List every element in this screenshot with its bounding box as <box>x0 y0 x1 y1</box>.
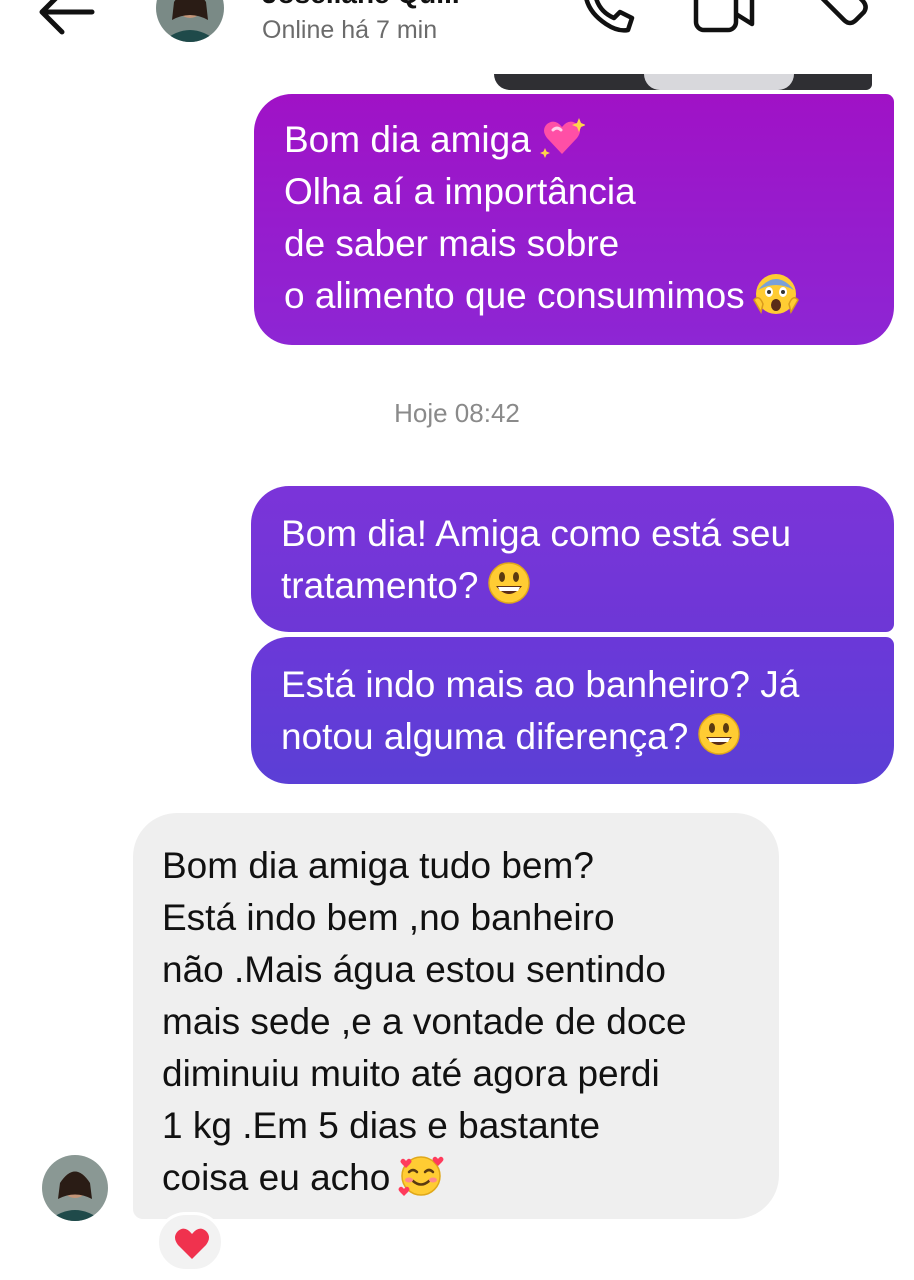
video-camera-icon[interactable] <box>688 0 758 38</box>
red-heart-icon <box>175 1228 209 1259</box>
time-divider: Hoje 08:42 <box>394 398 520 428</box>
contact-avatar[interactable] <box>156 0 224 42</box>
smiling-face-with-hearts-icon <box>398 1152 444 1198</box>
message-line: de saber mais sobre <box>284 223 620 264</box>
heart-reaction[interactable] <box>156 1212 224 1272</box>
sender-avatar[interactable] <box>42 1155 108 1221</box>
image-message-fragment[interactable] <box>494 74 872 90</box>
phone-icon[interactable] <box>572 0 642 38</box>
message-line: Bom dia amiga <box>284 114 894 166</box>
message-line: Olha aí a importância <box>284 171 636 212</box>
outgoing-message-bubble[interactable]: Bom dia! Amiga como está seu tratamento? <box>251 486 894 632</box>
outgoing-message-bubble[interactable]: Bom dia amiga Olha aí a importância de s… <box>254 94 894 345</box>
message-line: tratamento? <box>281 560 894 612</box>
message-line: o alimento que consumimos <box>284 270 894 322</box>
contact-name[interactable]: Joseliane Qu... <box>262 0 460 10</box>
incoming-message-bubble[interactable]: Bom dia amiga tudo bem? Está indo bem ,n… <box>133 813 779 1219</box>
grinning-face-icon <box>486 560 532 606</box>
message-line: notou alguma diferença? <box>281 711 894 763</box>
message-line: Está indo bem ,no banheiro <box>162 897 615 938</box>
message-line: 1 kg .Em 5 dias e bastante <box>162 1105 601 1146</box>
message-line: Está indo mais ao banheiro? Já <box>281 664 800 705</box>
sparkling-heart-icon <box>539 114 586 160</box>
outgoing-message-bubble[interactable]: Está indo mais ao banheiro? Já notou alg… <box>251 637 894 784</box>
message-line: mais sede ,e a vontade de doce <box>162 1001 687 1042</box>
back-arrow-icon[interactable] <box>30 0 102 42</box>
grinning-face-icon <box>696 711 742 757</box>
message-line: não .Mais água estou sentindo <box>162 949 666 990</box>
message-line: Bom dia! Amiga como está seu <box>281 513 792 554</box>
message-line: coisa eu acho <box>162 1152 779 1204</box>
tag-icon[interactable] <box>804 0 874 38</box>
chat-screen: Joseliane Qu... Online há 7 min Bom dia … <box>0 0 914 1280</box>
message-line: diminuiu muito até agora perdi <box>162 1053 660 1094</box>
chat-header: Joseliane Qu... Online há 7 min <box>0 0 914 60</box>
message-line: Bom dia amiga tudo bem? <box>162 845 594 886</box>
presence-status: Online há 7 min <box>262 16 438 44</box>
face-screaming-in-fear-icon <box>752 270 799 316</box>
